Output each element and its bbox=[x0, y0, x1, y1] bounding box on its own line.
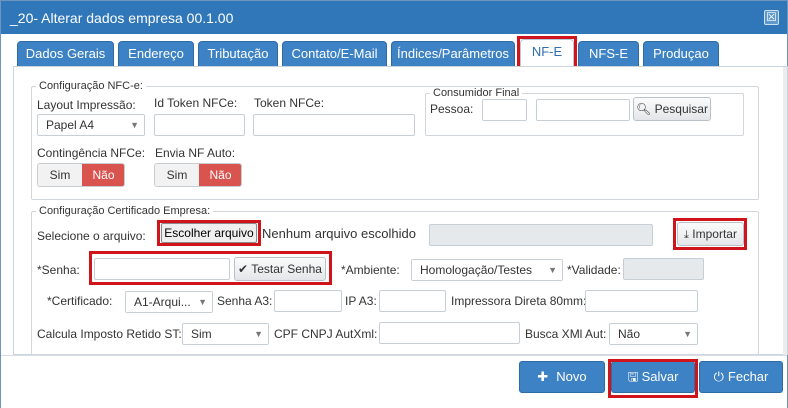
novo-button[interactable]: ✚ Novo bbox=[519, 361, 605, 393]
token-nfce-label: Token NFCe: bbox=[254, 96, 325, 110]
layout-impressao-select[interactable]: Papel A4 ▼ bbox=[37, 114, 145, 136]
title-bar: _20- Alterar dados empresa 00.1.00 ☒ bbox=[1, 1, 787, 34]
contingencia-label: Contingência NFCe: bbox=[37, 146, 146, 160]
cpf-cnpj-autxml-input[interactable] bbox=[379, 322, 520, 344]
ambiente-value: Homologação/Testes bbox=[420, 263, 533, 277]
envia-nf-auto-label: Envia NF Auto: bbox=[155, 146, 236, 160]
chevron-down-icon: ▼ bbox=[254, 329, 263, 339]
certificado-select[interactable]: A1-Arqui... ▼ bbox=[125, 291, 213, 313]
fechar-label: Fechar bbox=[727, 369, 769, 384]
layout-impressao-value: Papel A4 bbox=[46, 118, 95, 132]
highlight-senha bbox=[89, 251, 332, 285]
senha-a3-label: Senha A3: bbox=[217, 294, 273, 308]
busca-xml-label: Busca XMl Aut: bbox=[525, 327, 607, 341]
impressora-direta-label: Impressora Direta 80mm: bbox=[451, 294, 587, 308]
vertical-scrollbar[interactable] bbox=[783, 67, 787, 355]
window-title: _20- Alterar dados empresa 00.1.00 bbox=[10, 10, 234, 26]
envia-nao[interactable]: Não bbox=[199, 164, 241, 186]
close-icon[interactable]: ☒ bbox=[764, 10, 779, 25]
validade-input bbox=[623, 258, 704, 280]
certificado-legend: Configuração Certificado Empresa: bbox=[39, 205, 211, 217]
ambiente-select[interactable]: Homologação/Testes ▼ bbox=[411, 259, 563, 281]
tab-indices-parametros[interactable]: Índices/Parâmetros bbox=[391, 41, 515, 67]
tab-tributacao[interactable]: Tributação bbox=[198, 41, 278, 67]
chevron-down-icon: ▼ bbox=[198, 297, 207, 307]
validade-label: *Validade: bbox=[567, 263, 621, 277]
impressora-direta-input[interactable] bbox=[585, 290, 698, 312]
id-token-label: Id Token NFCe: bbox=[154, 96, 238, 110]
chevron-down-icon: ▼ bbox=[683, 329, 692, 339]
chevron-down-icon: ▼ bbox=[130, 120, 139, 130]
pesquisar-button[interactable]: 🔍︎ Pesquisar bbox=[633, 97, 711, 121]
tab-contato-email[interactable]: Contato/E-Mail bbox=[282, 41, 387, 67]
nenhum-arquivo-label: Nenhum arquivo escolhido bbox=[262, 226, 416, 241]
nfce-legend: Configuração NFC-e: bbox=[39, 80, 143, 92]
consumidor-final-legend: Consumidor Final bbox=[433, 87, 520, 99]
fechar-button[interactable]: ⏻ Fechar bbox=[699, 361, 783, 393]
selecione-arquivo-label: Selecione o arquivo: bbox=[37, 229, 146, 243]
senha-a3-input[interactable] bbox=[274, 290, 342, 312]
envia-sim[interactable]: Sim bbox=[155, 164, 199, 186]
novo-label: Novo bbox=[556, 369, 587, 384]
layout-impressao-label: Layout Impressão: bbox=[37, 98, 136, 112]
certificado-label: *Certificado: bbox=[47, 294, 113, 308]
id-token-input[interactable] bbox=[154, 114, 245, 136]
calcula-imposto-select[interactable]: Sim ▼ bbox=[182, 323, 269, 345]
tab-dados-gerais[interactable]: Dados Gerais bbox=[17, 41, 114, 67]
tab-producao[interactable]: Produçao bbox=[643, 41, 719, 67]
pessoa-label: Pessoa: bbox=[430, 102, 474, 116]
senha-label: *Senha: bbox=[37, 263, 80, 277]
pessoa-code-input[interactable] bbox=[482, 99, 527, 121]
cpf-cnpj-autxml-label: CPF CNPJ AutXml: bbox=[274, 327, 378, 341]
contingencia-nao[interactable]: Não bbox=[82, 164, 124, 186]
pesquisar-label: Pesquisar bbox=[654, 102, 708, 116]
calcula-imposto-label: Calcula Imposto Retido ST: bbox=[37, 327, 182, 341]
ambiente-label: *Ambiente: bbox=[341, 263, 400, 277]
tab-endereco[interactable]: Endereço bbox=[118, 41, 194, 67]
busca-xml-value: Não bbox=[618, 327, 641, 341]
certificado-value: A1-Arqui... bbox=[134, 295, 191, 309]
search-icon: 🔍︎ bbox=[636, 102, 652, 116]
tab-bar: Dados Gerais Endereço Tributação Contato… bbox=[1, 34, 787, 73]
dialog-window: _20- Alterar dados empresa 00.1.00 ☒ Dad… bbox=[0, 0, 788, 408]
contingencia-sim[interactable]: Sim bbox=[38, 164, 82, 186]
tab-nfs-e[interactable]: NFS-E bbox=[578, 41, 639, 67]
arquivo-path-input bbox=[429, 224, 653, 246]
token-nfce-input[interactable] bbox=[253, 114, 415, 136]
envia-nf-auto-toggle[interactable]: Sim Não bbox=[154, 163, 242, 187]
plus-icon: ✚ bbox=[537, 370, 549, 385]
power-icon: ⏻ bbox=[713, 370, 724, 385]
dialog-footer: ✚ Novo 🖫 Salvar ⏻ Fechar bbox=[1, 355, 787, 408]
highlight-importar bbox=[673, 218, 747, 250]
highlight-escolher-arquivo bbox=[157, 220, 261, 246]
pessoa-name-input[interactable] bbox=[536, 99, 630, 121]
ip-a3-input[interactable] bbox=[379, 290, 446, 312]
calcula-imposto-value: Sim bbox=[191, 327, 212, 341]
highlight-salvar bbox=[608, 359, 698, 398]
contingencia-toggle[interactable]: Sim Não bbox=[37, 163, 125, 187]
ip-a3-label: IP A3: bbox=[345, 294, 377, 308]
chevron-down-icon: ▼ bbox=[548, 265, 557, 275]
busca-xml-select[interactable]: Não ▼ bbox=[609, 323, 698, 345]
